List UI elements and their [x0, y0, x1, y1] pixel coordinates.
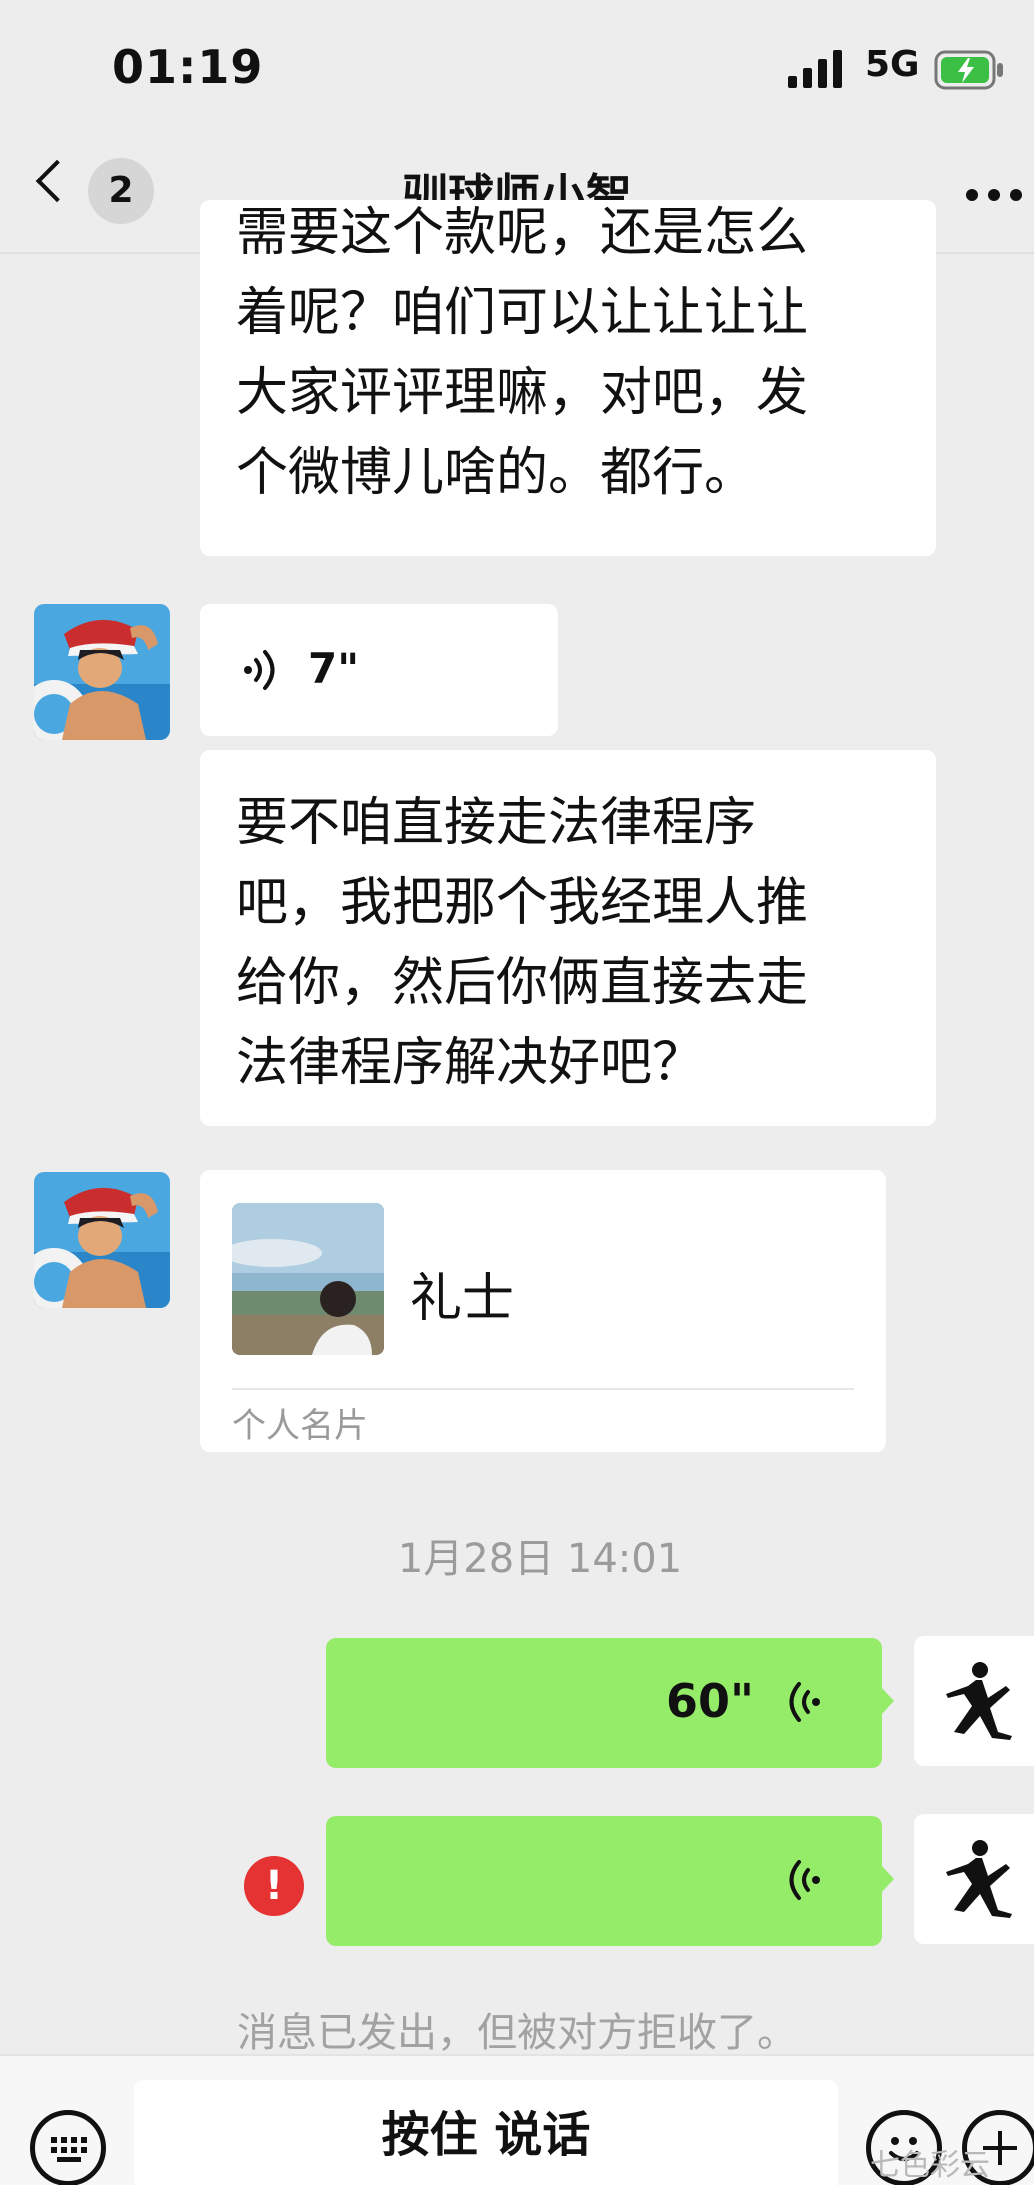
- battery-charging-icon: [934, 50, 1003, 90]
- voice-wave-icon: [789, 1860, 820, 1900]
- hold-to-talk-button[interactable]: 按住 说话: [134, 2080, 838, 2185]
- incoming-message-bubble[interactable]: 要不咱直接走法律程序 吧，我把那个我经理人推 给你，然后你俩直接去走 法律程序解…: [200, 750, 936, 1126]
- bubble-tail: [880, 1864, 894, 1894]
- voice-duration: 60": [666, 1674, 754, 1728]
- message-line: 法律程序解决好吧？: [236, 1033, 705, 1093]
- my-avatar[interactable]: [914, 1814, 1034, 1944]
- message-timestamp: 1月28日 14:01: [397, 1536, 683, 1582]
- message-line: 需要这个款呢，还是怎么: [236, 203, 809, 263]
- voice-message-bubble[interactable]: 7": [200, 604, 558, 736]
- bubble-tail: [880, 1686, 894, 1716]
- contact-avatar[interactable]: [34, 1172, 170, 1308]
- message-line: 要不咱直接走法律程序: [236, 793, 757, 853]
- status-time: 01:19: [112, 40, 264, 94]
- message-text: 需要这个款呢，还是怎么 着呢？咱们可以让让让让 大家评评理嘛，对吧，发 个微博儿…: [236, 200, 808, 513]
- signal-icon: [788, 50, 842, 88]
- rejected-notice: 消息已发出，但被对方拒收了。: [237, 2010, 797, 2056]
- message-line: 大家评评理嘛，对吧，发: [236, 363, 809, 423]
- watermark: 七色彩云: [870, 2148, 990, 2183]
- voice-duration: 7": [308, 644, 360, 693]
- incoming-message-bubble[interactable]: 需要这个款呢，还是怎么 着呢？咱们可以让让让让 大家评评理嘛，对吧，发 个微博儿…: [200, 200, 936, 556]
- card-divider: [232, 1388, 854, 1390]
- outgoing-voice-bubble[interactable]: [326, 1816, 882, 1946]
- voice-wave-icon: [789, 1682, 820, 1722]
- contact-avatar[interactable]: [34, 604, 170, 740]
- chat-screen: 01:19 5G 2 驯球师小智 需要这个款呢，还是怎么 着呢？咱们可以让让让让…: [0, 0, 1034, 2185]
- card-photo: [232, 1203, 384, 1355]
- outgoing-voice-bubble[interactable]: 60": [326, 1638, 882, 1768]
- message-text: 要不咱直接走法律程序 吧，我把那个我经理人推 给你，然后你俩直接去走 法律程序解…: [236, 783, 808, 1103]
- message-line: 着呢？咱们可以让让让让: [236, 283, 809, 343]
- voice-wave-icon: [244, 650, 275, 690]
- card-contact-name: 礼士: [410, 1269, 515, 1329]
- message-line: 给你，然后你俩直接去走: [236, 953, 809, 1013]
- jumpman-logo-icon: [946, 1662, 1012, 1740]
- keyboard-toggle-icon[interactable]: [30, 2110, 106, 2185]
- jumpman-logo-icon: [946, 1840, 1012, 1918]
- network-type: 5G: [865, 44, 920, 85]
- keyboard-icon: [51, 2137, 87, 2162]
- card-type-label: 个人名片: [232, 1406, 368, 1446]
- more-options-icon[interactable]: [966, 186, 1032, 205]
- my-avatar[interactable]: [914, 1636, 1034, 1766]
- message-line: 吧，我把那个我经理人推: [236, 873, 809, 933]
- send-error-icon[interactable]: !: [244, 1856, 304, 1916]
- message-line: 个微博儿啥的。都行。: [236, 443, 757, 503]
